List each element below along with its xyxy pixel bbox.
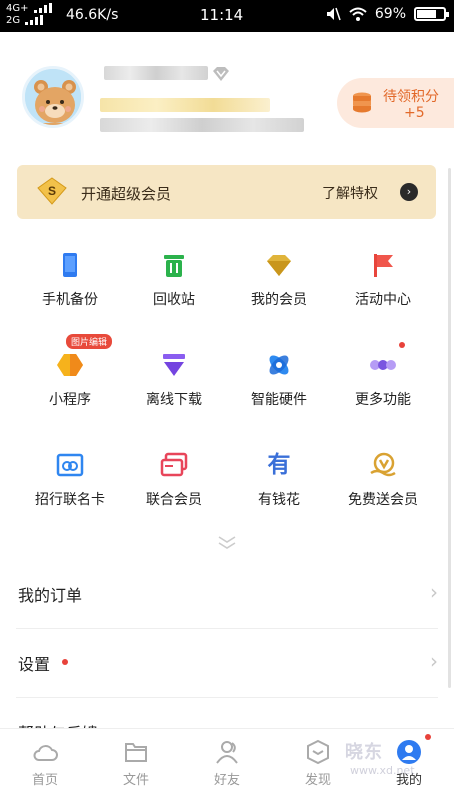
- network-indicator: 4G+ 2G: [6, 3, 52, 27]
- feature-label: 我的会员: [251, 292, 307, 308]
- free-vip-icon: [370, 452, 396, 477]
- more-red-dot: [399, 342, 405, 348]
- bank-card-icon: [56, 453, 84, 477]
- tab-label: 首页: [31, 773, 58, 788]
- signal-icon-2: [25, 15, 44, 25]
- feature-label: 手机备份: [42, 292, 98, 308]
- feature-mini-program[interactable]: 小程序: [20, 351, 120, 409]
- list-item-my-orders[interactable]: 我的订单 ›: [0, 560, 454, 628]
- feature-label: 回收站: [153, 292, 195, 308]
- pending-points-button[interactable]: 待领积分 +5: [337, 78, 454, 128]
- feature-label: 小程序: [49, 392, 91, 408]
- signal-icon: [33, 3, 52, 13]
- settings-red-dot: [62, 659, 68, 665]
- me-icon: [397, 740, 421, 764]
- friends-icon: [216, 741, 238, 764]
- status-bar: 4G+ 2G 46.6K/s 11:14 69%: [0, 0, 454, 32]
- feature-label: 有钱花: [258, 492, 300, 508]
- tab-friends[interactable]: 好友: [197, 739, 257, 788]
- tab-label: 发现: [304, 773, 331, 788]
- tab-label: 文件: [122, 773, 149, 788]
- watermark: 晓东: [345, 742, 383, 763]
- feature-my-membership[interactable]: 我的会员: [229, 251, 329, 309]
- discover-icon: [307, 739, 329, 765]
- tab-home[interactable]: 首页: [15, 739, 75, 788]
- expand-chevron-icon[interactable]: [216, 534, 238, 550]
- me-tab-red-dot: [425, 734, 431, 740]
- feature-youqianhua[interactable]: 有 有钱花: [229, 451, 329, 509]
- username-blurred: [104, 66, 208, 80]
- youqianhua-icon: 有: [267, 452, 291, 478]
- photo-edit-badge: 图片编辑: [66, 334, 113, 349]
- avatar[interactable]: [22, 66, 84, 128]
- watermark-site: www.xd.net: [350, 764, 415, 777]
- more-icon: [370, 360, 396, 370]
- super-vip-title: 开通超级会员: [81, 185, 172, 203]
- learn-privileges-link[interactable]: 了解特权: [322, 183, 378, 203]
- feature-label: 更多功能: [355, 392, 411, 408]
- joint-card-icon: [160, 452, 188, 477]
- feature-label: 离线下载: [146, 392, 202, 408]
- super-vip-icon: S: [37, 177, 67, 205]
- pending-points-label: 待领积分: [383, 89, 439, 105]
- feature-cmb-card[interactable]: 招行联名卡: [20, 451, 120, 509]
- feature-label: 智能硬件: [251, 392, 307, 408]
- flag-icon: [374, 254, 393, 277]
- chevron-right-icon: ›: [430, 580, 438, 604]
- feature-free-vip[interactable]: 免费送会员: [333, 451, 433, 509]
- mute-icon: [326, 7, 341, 21]
- storage-info-blurred: [100, 118, 304, 132]
- feature-recycle-bin[interactable]: 回收站: [124, 251, 224, 309]
- feature-offline-download[interactable]: 离线下载: [124, 351, 224, 409]
- folder-icon: [125, 743, 147, 762]
- feature-smart-hardware[interactable]: 智能硬件: [229, 351, 329, 409]
- member-status-blurred: [100, 98, 270, 112]
- list-item-label: 设置: [18, 655, 51, 674]
- tab-files[interactable]: 文件: [106, 739, 166, 788]
- feature-joint-membership[interactable]: 联合会员: [124, 451, 224, 509]
- list-item-settings[interactable]: 设置 ›: [0, 629, 454, 697]
- bottom-tab-bar: 首页 文件 好友 发现 我的: [0, 728, 454, 789]
- vip-level-icon: [213, 67, 229, 81]
- diamond-icon: [267, 255, 291, 276]
- battery-percent: 69%: [374, 6, 406, 22]
- recycle-bin-icon: [164, 255, 184, 277]
- cloud-icon: [33, 745, 58, 761]
- status-right: 69%: [325, 6, 449, 22]
- scrollbar[interactable]: [448, 168, 451, 688]
- tab-label: 好友: [213, 773, 240, 788]
- feature-more[interactable]: 更多功能: [333, 351, 433, 409]
- feature-phone-backup[interactable]: 手机备份: [20, 251, 120, 309]
- mini-program-icon: [57, 354, 83, 376]
- arrow-right-icon: ›: [400, 183, 418, 201]
- network-speed: 46.6K/s: [66, 7, 119, 23]
- svg-text:S: S: [48, 184, 56, 198]
- feature-activity-center[interactable]: 活动中心: [333, 251, 433, 309]
- feature-label: 活动中心: [355, 292, 411, 308]
- download-icon: [163, 354, 185, 376]
- smart-hardware-icon: [269, 355, 289, 375]
- feature-label: 招行联名卡: [35, 492, 105, 508]
- battery-icon: [414, 7, 449, 21]
- feature-label: 联合会员: [146, 492, 202, 508]
- super-vip-banner[interactable]: S 开通超级会员 了解特权 ›: [17, 165, 436, 219]
- pending-points-value: +5: [404, 105, 425, 121]
- coin-stack-icon: [353, 92, 371, 113]
- phone-backup-icon: [63, 253, 77, 277]
- bear-avatar-icon: [25, 69, 81, 125]
- clock: 11:14: [200, 6, 244, 24]
- wifi-icon: [349, 7, 367, 21]
- tab-discover[interactable]: 发现: [288, 739, 348, 788]
- feature-label: 免费送会员: [348, 492, 418, 508]
- chevron-right-icon: ›: [430, 649, 438, 673]
- list-item-label: 我的订单: [18, 586, 83, 605]
